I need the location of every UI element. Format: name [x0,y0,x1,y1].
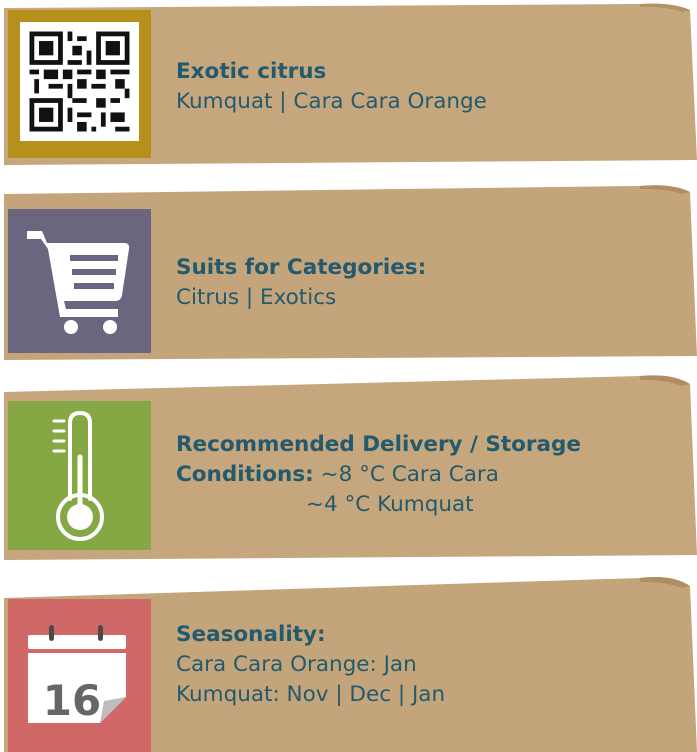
shopping-cart-icon [27,231,130,334]
cart-tile [8,209,151,353]
card-categories: Suits for Categories: Citrus | Exotics [0,180,697,360]
card-line: ~8 °C Cara Cara [320,462,499,487]
card-text: Seasonality: Cara Cara Orange: Jan Kumqu… [176,620,445,710]
card-line: Kumquat | Cara Cara Orange [176,89,487,114]
thermometer-icon [52,410,104,541]
calendar-tile: 16 [8,599,151,752]
card-text: Suits for Categories: Citrus | Exotics [176,253,426,313]
card-title-continued: Conditions: [176,462,314,487]
card-title-continued-line: Conditions: ~8 °C Cara Cara [176,460,581,490]
card-title: Seasonality: [176,622,326,647]
card-line: ~4 °C Kumquat [306,492,474,517]
qr-code-icon[interactable] [20,22,139,141]
card-title: Exotic citrus [176,59,327,84]
calendar-day-number: 16 [43,676,101,725]
card-seasonality: 16 Seasonality: Cara Cara Orange: Jan Ku… [0,568,697,752]
qr-tile [8,10,151,158]
card-line: Kumquat: Nov | Dec | Jan [176,682,446,707]
card-title: Recommended Delivery / Storage [176,432,582,457]
card-text: Exotic citrus Kumquat | Cara Cara Orange [176,57,487,117]
card-storage-conditions: Recommended Delivery / Storage Condition… [0,370,697,560]
card-line: Citrus | Exotics [176,285,337,310]
calendar-icon: 16 [28,625,126,725]
thermometer-tile [8,401,151,550]
card-text: Recommended Delivery / Storage Condition… [176,430,581,520]
card-title: Suits for Categories: [176,255,427,280]
card-line: Cara Cara Orange: Jan [176,652,417,677]
card-exotic-citrus: Exotic citrus Kumquat | Cara Cara Orange [0,0,697,165]
